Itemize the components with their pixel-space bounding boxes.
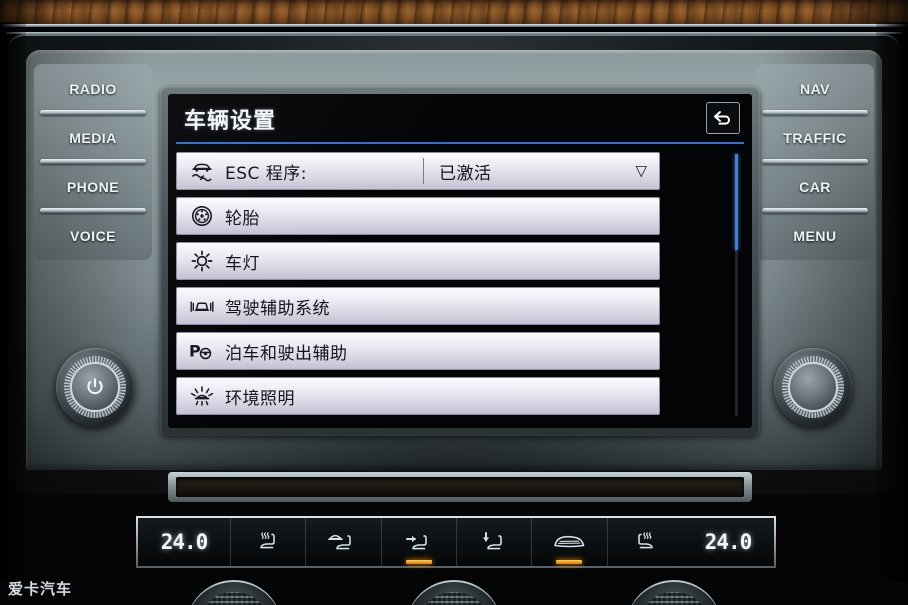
tire-icon [187,203,217,229]
ambient-light-icon [187,383,217,409]
value-divider [423,158,424,184]
climate-dial-left[interactable] [186,580,282,605]
list-item-ambient-lighting[interactable]: 环境照明 [176,377,660,415]
hw-button-voice[interactable]: VOICE [34,211,152,260]
climate-button-airflow-face[interactable] [380,518,456,566]
esc-program-value: 已激活 [439,163,492,184]
hw-button-voice-label: VOICE [69,227,117,244]
center-console-screenshot: RADIO MEDIA PHONE VOICE NAV TRAFFIC CAR [0,0,908,605]
wood-trim [0,0,908,24]
right-button-column: NAV TRAFFIC CAR MENU [756,64,874,260]
list-item-driver-assistance[interactable]: 驾驶辅助系统 [176,287,660,325]
wood-grain-texture [0,0,908,24]
hw-button-radio[interactable]: RADIO [34,64,152,115]
esc-stability-control-icon [187,158,217,184]
list-item-driver-assistance-label: 驾驶辅助系统 [225,298,330,319]
hw-button-traffic-label: TRAFFIC [783,129,847,146]
hw-button-car-label: CAR [799,178,831,195]
back-button[interactable] [706,102,740,134]
climate-button-seat-heat-right[interactable] [606,518,682,566]
head-unit-housing: RADIO MEDIA PHONE VOICE NAV TRAFFIC CAR [8,34,900,502]
list-item-tires-label: 轮胎 [225,208,260,229]
wood-shadow-left [0,0,60,24]
chevron-down-icon[interactable]: ▽ [635,164,647,179]
list-item-ambient-lighting-label: 环境照明 [225,388,295,409]
hw-button-phone-label: PHONE [66,178,120,195]
hw-button-nav[interactable]: NAV [756,64,874,115]
screen-bezel: 车辆设置 ESC 程序: 已激活 ▽ 轮胎 车灯 驾驶辅助系统 P 泊车和驶出辅… [160,86,760,436]
driver-assist-icon [187,293,217,319]
hw-button-media-label: MEDIA [69,129,117,146]
hw-button-menu[interactable]: MENU [756,211,874,260]
cd-slot[interactable] [176,477,744,497]
climate-dials-row [0,578,908,605]
cd-slot-frame [168,472,752,502]
infotainment-screen[interactable]: 车辆设置 ESC 程序: 已激活 ▽ 轮胎 车灯 驾驶辅助系统 P 泊车和驶出辅… [168,94,752,428]
climate-button-seat-heat-left[interactable] [230,518,305,566]
power-volume-knob[interactable] [56,348,134,426]
list-item-esc-program-label: ESC 程序: [225,163,308,184]
tune-scroll-knob[interactable] [774,348,852,426]
headlight-icon [187,248,217,274]
chrome-accent-line [0,24,908,27]
list-item-lights-label: 车灯 [225,253,260,274]
hw-button-media[interactable]: MEDIA [34,113,152,164]
list-item-lights[interactable]: 车灯 [176,242,660,280]
windshield-defrost-icon [326,529,360,555]
seat-heated-icon [630,529,660,555]
park-assist-icon: P [187,338,217,364]
console-shadow-left [0,22,26,582]
watermark: 爱卡汽车 [8,580,73,598]
climate-dial-right[interactable] [626,580,722,605]
climate-control-bar: 24.0 24.0 [136,516,776,568]
temperature-right[interactable]: 24.0 [682,518,774,566]
seat-heated-icon [253,529,283,555]
page-title: 车辆设置 [184,109,277,134]
climate-indicator-led [556,560,583,564]
left-button-column: RADIO MEDIA PHONE VOICE [34,64,152,260]
list-scrollbar[interactable] [735,154,738,416]
list-item-tires[interactable]: 轮胎 [176,197,660,235]
wood-shadow-right [818,0,908,24]
settings-list: ESC 程序: 已激活 ▽ 轮胎 车灯 驾驶辅助系统 P 泊车和驶出辅助 环境照… [168,144,752,415]
back-arrow-icon [712,109,734,127]
hw-button-radio-label: RADIO [69,80,117,97]
hw-button-nav-label: NAV [799,80,831,97]
power-icon [84,376,106,398]
hw-button-traffic[interactable]: TRAFFIC [756,113,874,164]
rear-window-defrost-icon [550,530,588,554]
airflow-feet-icon [478,529,510,555]
list-item-esc-program[interactable]: ESC 程序: 已激活 ▽ [176,152,660,190]
climate-button-windshield-defrost[interactable] [305,518,380,566]
screen-header: 车辆设置 [168,94,752,144]
airflow-face-icon [403,529,435,555]
climate-dial-center[interactable] [406,580,502,605]
power-volume-knob-face [70,362,120,412]
list-item-park-assist-label: 泊车和驶出辅助 [225,343,348,364]
temperature-left[interactable]: 24.0 [138,518,230,566]
hw-button-car[interactable]: CAR [756,162,874,213]
climate-button-rear-defrost[interactable] [531,518,606,566]
climate-indicator-led [405,560,432,564]
hw-button-phone[interactable]: PHONE [34,162,152,213]
hw-button-menu-label: MENU [793,227,837,244]
console-shadow-right [876,22,908,582]
scrollbar-thumb[interactable] [735,154,738,250]
climate-button-airflow-feet[interactable] [455,518,531,566]
svg-text:P: P [189,342,201,361]
list-item-park-assist[interactable]: P 泊车和驶出辅助 [176,332,660,370]
tune-scroll-knob-face [788,362,838,412]
